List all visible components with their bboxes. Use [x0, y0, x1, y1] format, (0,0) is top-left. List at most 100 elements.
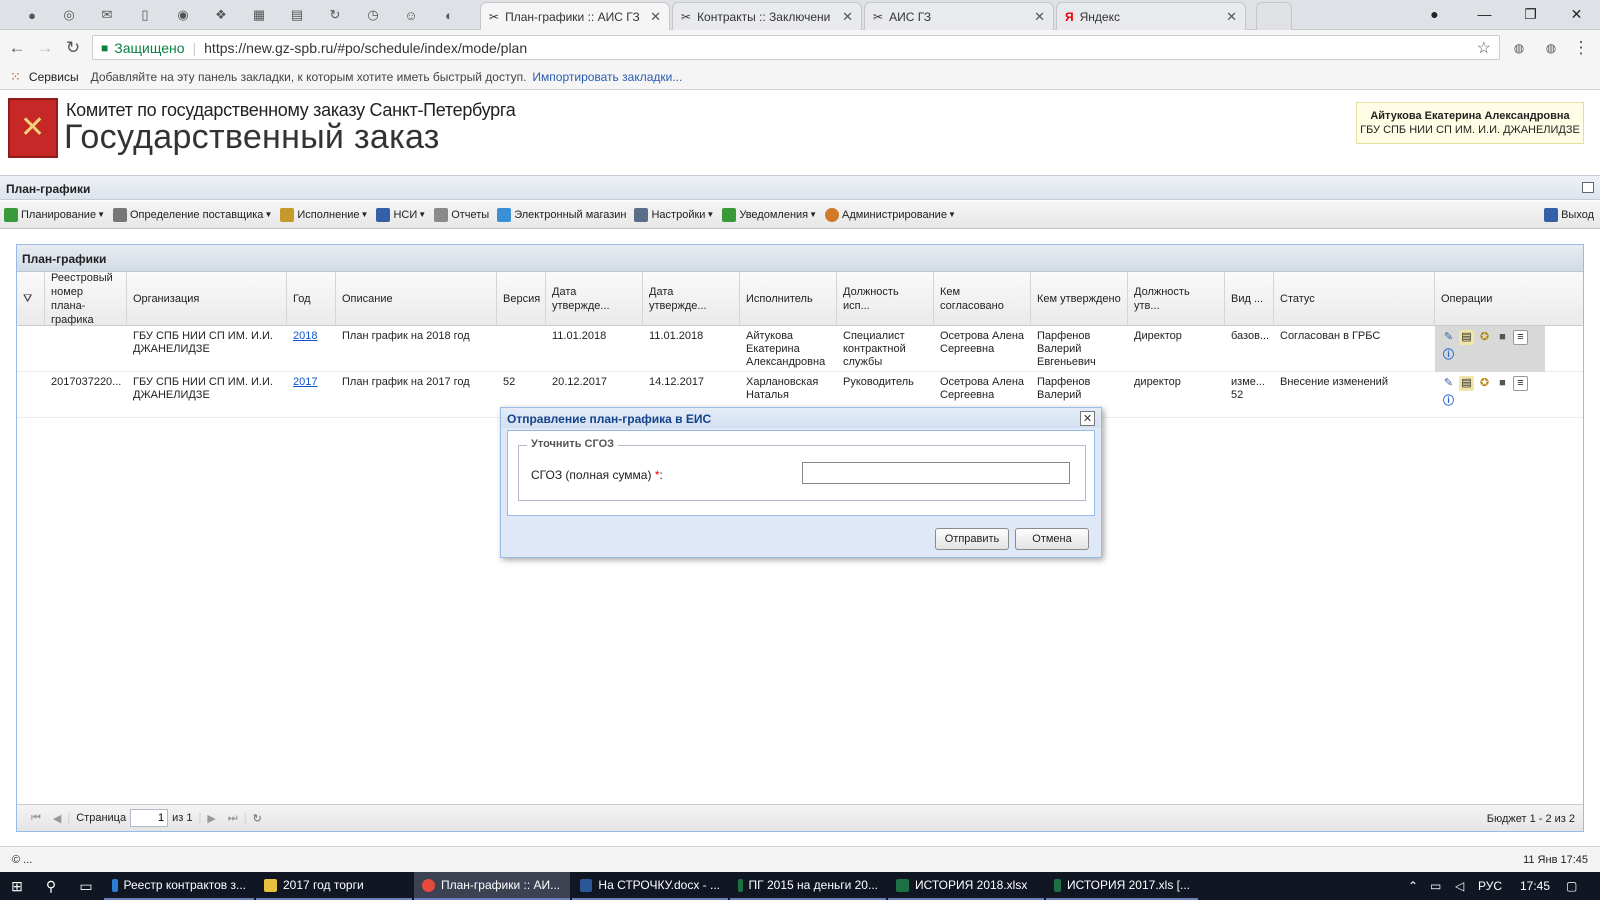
menu-reports[interactable]: Отчеты: [434, 207, 489, 222]
page-icon[interactable]: ≡: [1513, 330, 1528, 345]
taskbar-clock[interactable]: 17:45: [1520, 879, 1550, 893]
column-header-version[interactable]: Версия: [497, 272, 546, 326]
import-bookmarks-link[interactable]: Импортировать закладки...: [532, 70, 682, 84]
document-icon[interactable]: ▤: [1459, 330, 1474, 345]
menu-notifications[interactable]: Уведомления ▼: [722, 207, 817, 222]
edit-icon[interactable]: ✎: [1441, 330, 1456, 345]
tab-yandex[interactable]: Я Яндекс ✕: [1056, 2, 1246, 30]
document-icon[interactable]: ▤: [1459, 376, 1474, 391]
new-tab-button[interactable]: [1256, 2, 1292, 30]
tray-chevron-icon[interactable]: ⌃: [1408, 879, 1418, 893]
windows-start-icon[interactable]: ⊞: [0, 878, 34, 895]
taskbar-item-excel-history-2017[interactable]: ИСТОРИЯ 2017.xls [...: [1046, 872, 1198, 900]
close-window-button[interactable]: ✕: [1554, 0, 1599, 28]
column-header-kind[interactable]: Вид ...: [1225, 272, 1274, 326]
bookmark-star-icon[interactable]: ☆: [1477, 38, 1491, 58]
menu-planning[interactable]: Планирование ▼: [4, 207, 105, 222]
sgoz-amount-input[interactable]: [802, 462, 1070, 484]
back-button[interactable]: ←: [6, 37, 28, 59]
prev-page-icon[interactable]: ◀: [53, 812, 61, 825]
edit-icon[interactable]: ✎: [1441, 376, 1456, 391]
taskbar-item-excel-history-2018[interactable]: ИСТОРИЯ 2018.xlsx: [888, 872, 1044, 900]
taskbar-item-chrome[interactable]: План-графики :: АИ...: [414, 872, 570, 900]
profile-icon[interactable]: ●: [1412, 0, 1457, 28]
money-icon[interactable]: ❖: [207, 4, 235, 26]
column-header-filter[interactable]: ⛛: [17, 272, 45, 326]
column-header-status[interactable]: Статус: [1274, 272, 1435, 326]
close-icon[interactable]: ✕: [1034, 9, 1045, 25]
volume-icon[interactable]: ◁: [1455, 879, 1464, 893]
column-header-reg-number[interactable]: Реестровый номер плана-графика: [45, 272, 127, 326]
refresh-icon[interactable]: ↻: [253, 812, 262, 825]
close-icon[interactable]: ✕: [842, 9, 853, 25]
column-header-description[interactable]: Описание: [336, 272, 497, 326]
apps-grid-icon[interactable]: ⁙: [10, 69, 21, 85]
task-view-icon[interactable]: ▭: [68, 878, 104, 895]
column-header-executor-position[interactable]: Должность исп...: [837, 272, 934, 326]
refresh-icon[interactable]: ↻: [321, 4, 349, 26]
people-icon[interactable]: ☺: [397, 4, 425, 26]
page-icon[interactable]: ≡: [1513, 376, 1528, 391]
calculator-icon[interactable]: ▦: [245, 4, 273, 26]
dialog-close-button[interactable]: ✕: [1080, 411, 1095, 426]
shield-icon[interactable]: ◉: [169, 4, 197, 26]
column-header-approved-by[interactable]: Кем утверждено: [1031, 272, 1128, 326]
minimize-button[interactable]: —: [1462, 0, 1507, 28]
menu-e-shop[interactable]: Электронный магазин: [497, 207, 626, 222]
exit-button[interactable]: Выход: [1544, 207, 1594, 222]
emblem-icon[interactable]: ✪: [1477, 330, 1492, 345]
column-header-year[interactable]: Год: [287, 272, 336, 326]
column-header-operations[interactable]: Операции: [1435, 272, 1583, 326]
last-page-icon[interactable]: ⏭: [228, 812, 238, 825]
column-header-approval-date-1[interactable]: Дата утвержде...: [546, 272, 643, 326]
lock-icon[interactable]: ■: [1495, 376, 1510, 391]
close-icon[interactable]: ✕: [1226, 9, 1237, 25]
tab-ais-gz[interactable]: ✂ АИС ГЗ ✕: [864, 2, 1054, 30]
close-icon[interactable]: ✕: [650, 9, 661, 25]
filter-icon[interactable]: ⛛: [23, 292, 32, 306]
page-number-input[interactable]: [130, 809, 169, 827]
url-input[interactable]: ■ Защищено | https://new.gz-spb.ru/#po/s…: [92, 35, 1500, 60]
notifications-icon[interactable]: ▢: [1566, 879, 1577, 893]
network-icon[interactable]: ▭: [1430, 879, 1441, 893]
emblem-icon[interactable]: ✪: [1477, 376, 1492, 391]
column-header-agreed-by[interactable]: Кем согласовано: [934, 272, 1031, 326]
lock-icon[interactable]: ■: [1495, 330, 1510, 345]
restore-button[interactable]: ❐: [1508, 0, 1553, 28]
doc-icon[interactable]: ▤: [283, 4, 311, 26]
info-icon[interactable]: ⓘ: [1441, 394, 1456, 409]
menu-supplier[interactable]: Определение поставщика ▼: [113, 207, 272, 222]
adblock-icon[interactable]: ◍: [1508, 37, 1530, 59]
column-header-approver-position[interactable]: Должность утв...: [1128, 272, 1225, 326]
menu-execution[interactable]: Исполнение ▼: [280, 207, 368, 222]
menu-administration[interactable]: Администрирование ▼: [825, 207, 956, 222]
send-button[interactable]: Отправить: [935, 528, 1009, 550]
first-page-icon[interactable]: ⏮: [31, 812, 41, 825]
mail-icon[interactable]: ✉: [93, 4, 121, 26]
menu-settings[interactable]: Настройки ▼: [634, 207, 714, 222]
info-icon[interactable]: ⓘ: [1441, 348, 1456, 363]
page-icon[interactable]: ▯: [131, 4, 159, 26]
search-icon[interactable]: ⚲: [34, 878, 68, 895]
menu-icon[interactable]: ⋮: [1570, 37, 1592, 59]
browser-icon[interactable]: ◎: [55, 4, 83, 26]
year-link[interactable]: 2018: [293, 330, 317, 342]
collapse-button[interactable]: [1582, 182, 1594, 193]
column-header-executor[interactable]: Исполнитель: [740, 272, 837, 326]
clock-icon[interactable]: ◷: [359, 4, 387, 26]
taskbar-item-word-doc[interactable]: На СТРОЧКУ.docx - ...: [572, 872, 728, 900]
taskbar-item-2017-torgi[interactable]: 2017 год торги: [256, 872, 412, 900]
table-row[interactable]: ГБУ СПБ НИИ СП ИМ. И.И. ДЖАНЕЛИДЗЕ 2018 …: [17, 326, 1583, 372]
circle-icon[interactable]: ◐: [435, 4, 463, 26]
menu-nsi[interactable]: НСИ ▼: [376, 207, 426, 222]
tab-plan-schedules[interactable]: ✂ План-графики :: АИС ГЗ ✕: [480, 2, 670, 30]
tab-contracts[interactable]: ✂ Контракты :: Заключени ✕: [672, 2, 862, 30]
reload-button[interactable]: ↻: [62, 37, 84, 59]
extension-icon[interactable]: ◍: [1540, 37, 1562, 59]
next-page-icon[interactable]: ▶: [207, 812, 215, 825]
forward-button[interactable]: →: [34, 37, 56, 59]
apps-label[interactable]: Сервисы: [29, 70, 79, 84]
cancel-button[interactable]: Отмена: [1015, 528, 1089, 550]
taskbar-item-excel-pg2015[interactable]: ПГ 2015 на деньги 20...: [730, 872, 886, 900]
taskbar-item-contracts-registry[interactable]: Реестр контрактов з...: [104, 872, 254, 900]
